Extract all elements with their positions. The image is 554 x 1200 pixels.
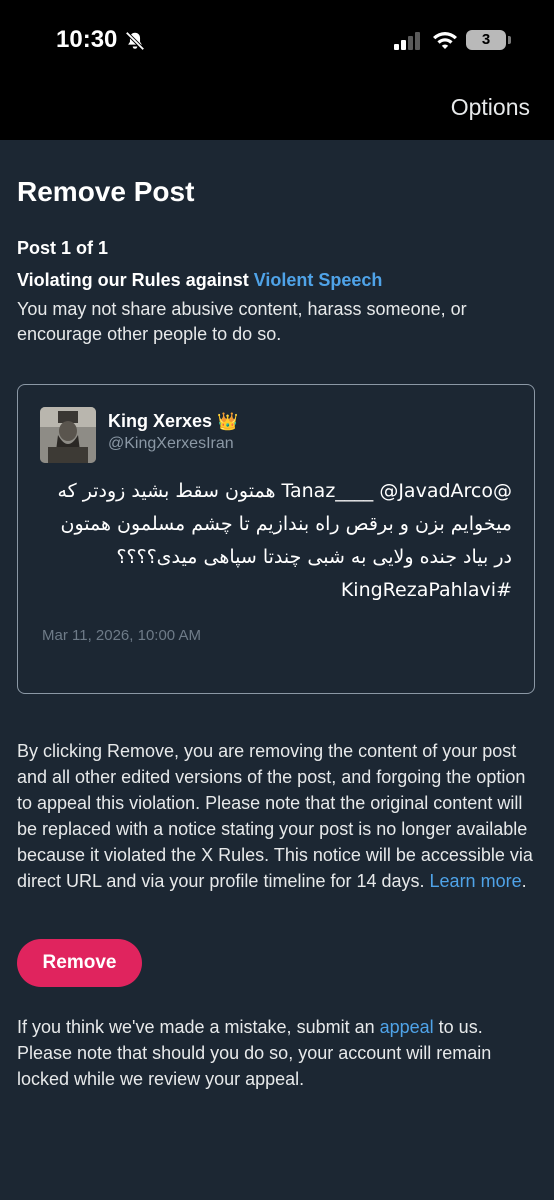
wifi-icon	[432, 30, 458, 55]
notice-text: By clicking Remove, you are removing the…	[17, 741, 533, 891]
avatar	[40, 407, 96, 463]
appeal-link[interactable]: appeal	[380, 1017, 434, 1037]
appeal-text: If you think we've made a mistake, submi…	[17, 1014, 541, 1092]
battery-nub	[508, 36, 511, 44]
author-name: King Xerxes 👑	[108, 411, 238, 432]
battery-icon: 3	[466, 30, 506, 50]
status-time: 10:30	[56, 26, 118, 53]
tweet-card: King Xerxes 👑 @KingXerxesIran @Tanaz____…	[17, 384, 535, 694]
author-handle: @KingXerxesIran	[108, 435, 234, 452]
author-name-text: King Xerxes	[108, 411, 213, 431]
violation-heading: Violating our Rules against Violent Spee…	[17, 270, 537, 291]
bell-slash-icon	[124, 30, 146, 57]
violation-prefix: Violating our Rules against	[17, 270, 254, 290]
tweet-date: Mar 11, 2026, 10:00 AM	[42, 627, 201, 644]
page-title: Remove Post	[17, 176, 195, 207]
notice-period: .	[521, 871, 527, 891]
options-button[interactable]: Options	[451, 94, 530, 121]
post-count: Post 1 of 1	[17, 238, 109, 258]
violation-description: You may not share abusive content, haras…	[17, 299, 467, 344]
removal-notice: By clicking Remove, you are removing the…	[17, 738, 541, 894]
tweet-text: @Tanaz____ @JavadArco همتون سقط بشید زود…	[57, 480, 513, 601]
crown-icon: 👑	[217, 412, 239, 431]
cellular-signal-icon	[394, 32, 422, 55]
top-bar: 10:30 3 Options	[0, 0, 554, 140]
remove-button[interactable]: Remove	[17, 939, 142, 987]
appeal-prefix: If you think we've made a mistake, submi…	[17, 1017, 380, 1037]
violent-speech-link[interactable]: Violent Speech	[254, 270, 383, 290]
learn-more-link[interactable]: Learn more	[430, 871, 522, 891]
